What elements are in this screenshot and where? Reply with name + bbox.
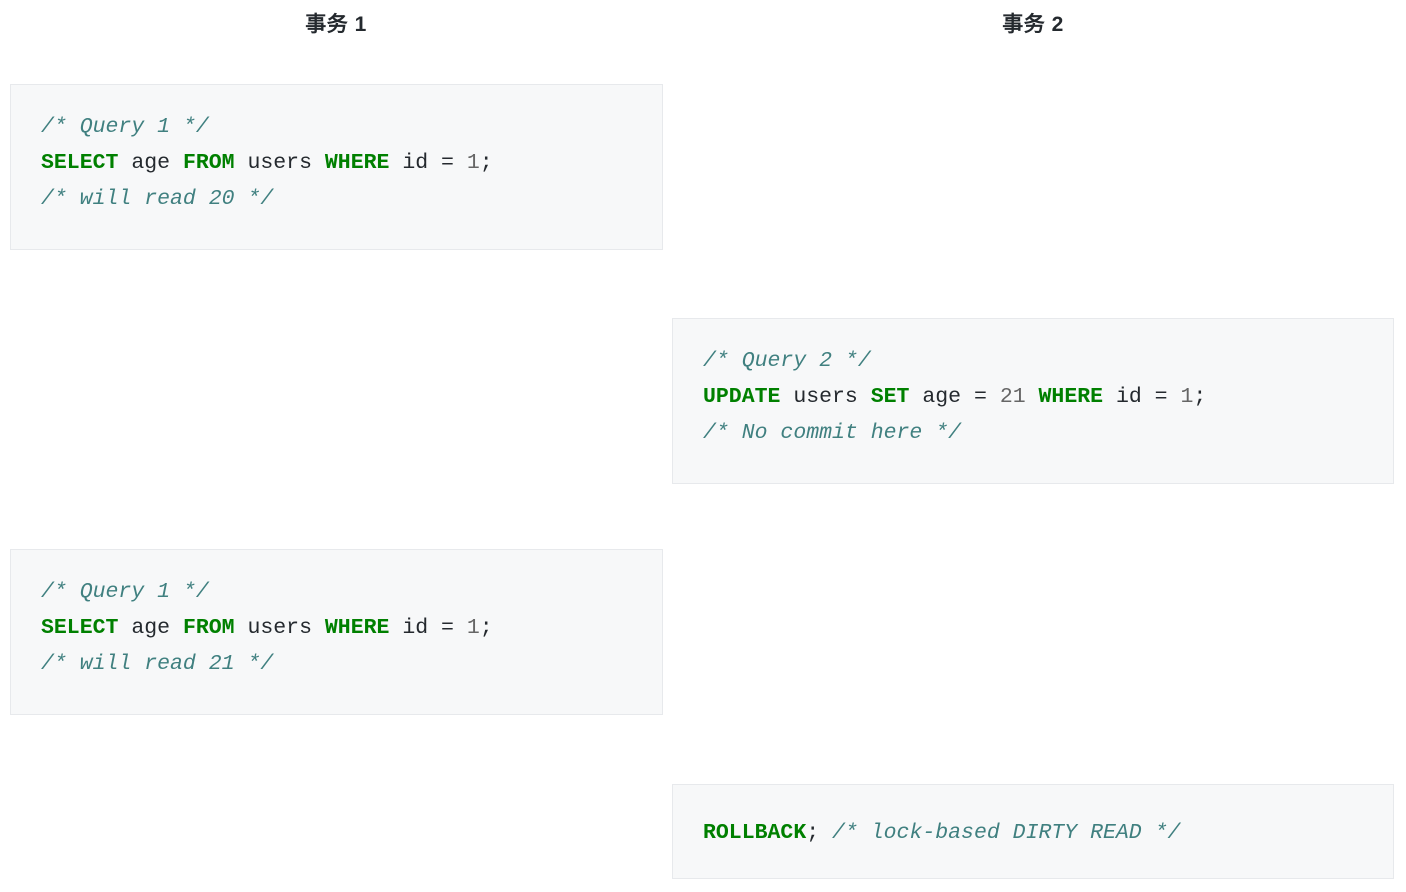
code-token-comment: /* Query 1 */ [41, 580, 209, 604]
code-token-operator: = [441, 616, 454, 640]
code-token-number: 21 [999, 385, 1026, 409]
code-token-keyword: SET [870, 385, 910, 409]
code-token-comment: /* Query 2 */ [703, 349, 871, 373]
code-token-keyword: ROLLBACK [703, 821, 807, 845]
code-token-number: 1 [466, 151, 480, 175]
code-block-query1-second-read: /* Query 1 */ SELECT age FROM users WHER… [10, 549, 663, 715]
code-token-keyword: SELECT [41, 616, 119, 640]
code-token-comment: /* No commit here */ [703, 421, 962, 445]
code-content: /* Query 2 */ UPDATE users SET age = 21 … [703, 343, 1363, 451]
code-block-rollback: ROLLBACK; /* lock-based DIRTY READ */ [672, 784, 1394, 879]
code-token-comment: /* lock-based DIRTY READ */ [832, 821, 1181, 845]
code-token-punct: ; [479, 151, 493, 175]
code-token-comment: /* Query 1 */ [41, 115, 209, 139]
code-token-punct: ; [1193, 385, 1207, 409]
code-content: /* Query 1 */ SELECT age FROM users WHER… [41, 574, 632, 682]
code-content: /* Query 1 */ SELECT age FROM users WHER… [41, 109, 632, 217]
code-token-number: 1 [466, 616, 480, 640]
code-token-keyword: UPDATE [703, 385, 781, 409]
code-token-keyword: FROM [182, 616, 235, 640]
code-token-punct: ; [479, 616, 493, 640]
code-token-keyword: WHERE [324, 151, 390, 175]
code-token-operator: = [441, 151, 454, 175]
code-token-keyword: WHERE [324, 616, 390, 640]
code-token-comment: /* will read 20 */ [41, 187, 274, 211]
code-token-name: id [1115, 385, 1142, 409]
code-token-name: age [131, 616, 171, 640]
code-token-name: id [402, 151, 429, 175]
code-block-query2-update: /* Query 2 */ UPDATE users SET age = 21 … [672, 318, 1394, 484]
code-token-operator: = [974, 385, 987, 409]
code-token-number: 1 [1180, 385, 1194, 409]
code-token-name: users [247, 151, 312, 175]
code-token-name: age [922, 385, 962, 409]
code-token-name: users [793, 385, 858, 409]
code-token-operator: = [1154, 385, 1168, 409]
code-token-comment: /* will read 21 */ [41, 652, 274, 676]
code-block-query1-first-read: /* Query 1 */ SELECT age FROM users WHER… [10, 84, 663, 250]
code-token-name: id [402, 616, 429, 640]
code-content: ROLLBACK; /* lock-based DIRTY READ */ [703, 815, 1363, 851]
transaction-timeline-diagram: 事务 1 事务 2 /* Query 1 */ SELECT age FROM … [0, 0, 1406, 892]
code-token-keyword: WHERE [1038, 385, 1104, 409]
code-token-name: age [131, 151, 171, 175]
code-token-keyword: SELECT [41, 151, 119, 175]
code-token-keyword: FROM [182, 151, 235, 175]
code-token-name: users [247, 616, 312, 640]
column-header-transaction-2: 事务 2 [1002, 13, 1064, 36]
code-token-punct: ; [806, 821, 820, 845]
column-header-transaction-1: 事务 1 [305, 13, 367, 36]
